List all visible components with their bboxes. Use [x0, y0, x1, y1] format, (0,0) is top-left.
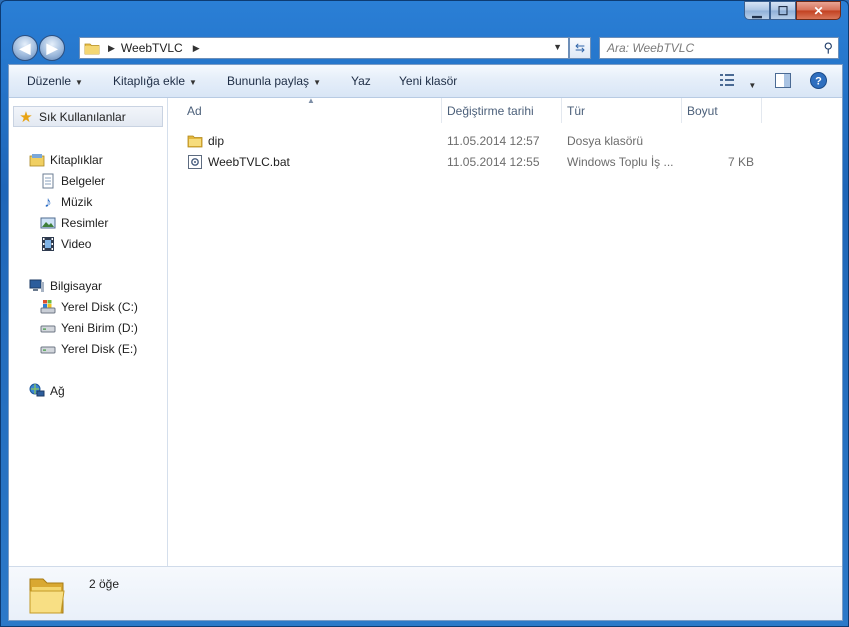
libraries-icon — [29, 154, 45, 167]
network-icon — [29, 383, 45, 397]
include-in-library-button[interactable]: Kitaplığa ekle ▼ — [113, 74, 197, 88]
hard-drive-icon — [40, 325, 56, 333]
sidebar-item-drive-e[interactable]: Yerel Disk (E:) — [40, 341, 137, 357]
address-bar[interactable]: ▶ WeebTVLC ▶ ▼ — [79, 37, 569, 59]
help-button[interactable]: ? — [810, 72, 827, 92]
breadcrumb-separator-icon[interactable]: ▶ — [108, 43, 115, 54]
folder-icon — [29, 578, 65, 614]
address-dropdown-icon[interactable]: ▼ — [553, 42, 562, 52]
breadcrumb-item[interactable]: WeebTVLC — [121, 41, 183, 55]
navigation-pane: ★ Sık Kullanılanlar Kitaplıklar Belgeler… — [9, 98, 168, 566]
share-with-button[interactable]: Bununla paylaş ▼ — [227, 74, 321, 88]
pictures-icon — [40, 217, 56, 229]
new-folder-button[interactable]: Yeni klasör — [399, 74, 457, 88]
organize-label: Düzenle — [27, 74, 72, 88]
preview-pane-button[interactable] — [775, 73, 791, 91]
search-icon[interactable]: ⚲ — [823, 40, 833, 56]
refresh-button[interactable]: ⇆ — [569, 37, 591, 59]
sidebar-item-pictures[interactable]: Resimler — [40, 215, 108, 231]
file-row-batch[interactable]: WeebTVLC.bat 11.05.2014 12:55 Windows To… — [169, 152, 842, 173]
refresh-icon: ⇆ — [574, 41, 586, 55]
maximize-button[interactable]: ☐ — [770, 1, 796, 20]
share-with-label: Bununla paylaş — [227, 74, 310, 88]
help-icon: ? — [810, 72, 827, 89]
sidebar-item-network[interactable]: Ağ — [29, 383, 65, 399]
column-header-size[interactable]: Boyut — [681, 98, 761, 123]
file-list: Ad ▲ Değiştirme tarihi Tür Boyut dip 11.… — [169, 96, 842, 566]
sidebar-item-label: Yerel Disk (C:) — [61, 300, 138, 314]
sidebar-item-label: Müzik — [61, 195, 93, 209]
file-row-folder[interactable]: dip 11.05.2014 12:57 Dosya klasörü — [169, 131, 842, 152]
column-header-label: Ad — [187, 103, 202, 118]
chevron-down-icon: ▼ — [189, 78, 197, 87]
column-header-name[interactable]: Ad ▲ — [169, 96, 441, 123]
sidebar-item-label: Belgeler — [61, 174, 106, 188]
sidebar-item-libraries[interactable]: Kitaplıklar — [29, 152, 103, 168]
sidebar-item-label: Yerel Disk (E:) — [61, 342, 138, 356]
explorer-client-area: Düzenle ▼ Kitaplığa ekle ▼ Bununla paylaş ▼… — [8, 64, 843, 621]
item-count: 2 öğe — [89, 577, 120, 591]
minimize-button[interactable]: ▁ — [744, 1, 770, 20]
sort-ascending-icon: ▲ — [307, 96, 315, 105]
navigation-bar: ◀ ▶ ▶ WeebTVLC ▶ ▼ ⇆ Ara: WeebTVLC ⚲ — [9, 32, 840, 62]
explorer-window: ▁ ☐ ✕ ◀ ▶ ▶ WeebTVLC ▶ ▼ ⇆ Ara: WeebTVLC… — [0, 0, 849, 627]
back-button[interactable]: ◀ — [12, 35, 38, 61]
caption-buttons: ▁ ☐ ✕ — [744, 1, 841, 20]
computer-icon — [29, 279, 44, 292]
sidebar-item-documents[interactable]: Belgeler — [40, 173, 105, 189]
column-separator[interactable] — [761, 98, 762, 123]
sidebar-item-label: Sık Kullanılanlar — [39, 109, 126, 124]
organize-button[interactable]: Düzenle ▼ — [27, 74, 83, 88]
sidebar-item-videos[interactable]: Video — [40, 236, 91, 252]
close-button[interactable]: ✕ — [796, 1, 841, 20]
music-note-icon: ♪ — [44, 193, 52, 211]
sidebar-item-label: Video — [61, 237, 92, 251]
include-in-library-label: Kitaplığa ekle — [113, 74, 186, 88]
view-list-icon — [720, 74, 734, 86]
breadcrumb-separator-icon[interactable]: ▶ — [193, 43, 200, 54]
change-view-button[interactable]: ▼ — [719, 72, 756, 91]
back-arrow-icon: ◀ — [19, 39, 31, 56]
column-header-date[interactable]: Değiştirme tarihi — [441, 98, 561, 123]
video-icon — [42, 237, 54, 251]
sidebar-item-label: Yeni Birim (D:) — [61, 321, 138, 335]
hard-drive-icon — [40, 346, 56, 354]
file-name: WeebTVLC.bat — [208, 155, 290, 169]
sidebar-item-music[interactable]: ♪ Müzik — [40, 193, 93, 211]
forward-button[interactable]: ▶ — [39, 35, 65, 61]
sidebar-item-label: Resimler — [61, 216, 109, 230]
search-box[interactable]: Ara: WeebTVLC ⚲ — [599, 37, 839, 59]
folder-icon — [84, 43, 100, 55]
chevron-down-icon: ▼ — [748, 81, 757, 90]
column-header-type[interactable]: Tür — [561, 98, 681, 123]
sidebar-item-drive-d[interactable]: Yeni Birim (D:) — [40, 320, 138, 336]
sidebar-item-favorites[interactable]: ★ Sık Kullanılanlar — [13, 106, 163, 127]
file-type: Windows Toplu İş ... — [567, 155, 674, 169]
file-size: 7 KB — [727, 155, 754, 169]
file-date: 11.05.2014 12:57 — [447, 134, 540, 148]
file-type: Dosya klasörü — [567, 134, 644, 148]
sidebar-item-label: Ağ — [50, 384, 65, 398]
file-date: 11.05.2014 12:55 — [447, 155, 540, 169]
sidebar-item-computer[interactable]: Bilgisayar — [29, 278, 102, 294]
details-pane: 2 öğe — [9, 566, 842, 620]
chevron-down-icon: ▼ — [75, 78, 83, 87]
file-name: dip — [208, 134, 225, 148]
chevron-down-icon: ▼ — [313, 78, 321, 87]
preview-pane-icon — [775, 73, 791, 88]
search-placeholder: Ara: WeebTVLC — [607, 41, 695, 55]
sidebar-item-label: Bilgisayar — [50, 279, 103, 293]
sidebar-item-label: Kitaplıklar — [50, 153, 103, 167]
folder-icon — [187, 135, 203, 148]
star-icon: ★ — [19, 108, 33, 126]
sidebar-item-drive-c[interactable]: Yerel Disk (C:) — [40, 299, 138, 315]
system-drive-icon — [40, 300, 56, 314]
forward-arrow-icon: ▶ — [46, 39, 58, 56]
batch-file-icon — [188, 155, 202, 169]
svg-text:?: ? — [815, 76, 822, 88]
command-bar: Düzenle ▼ Kitaplığa ekle ▼ Bununla paylaş ▼… — [9, 65, 842, 98]
print-button[interactable]: Yaz — [351, 74, 371, 88]
documents-icon — [42, 173, 54, 189]
